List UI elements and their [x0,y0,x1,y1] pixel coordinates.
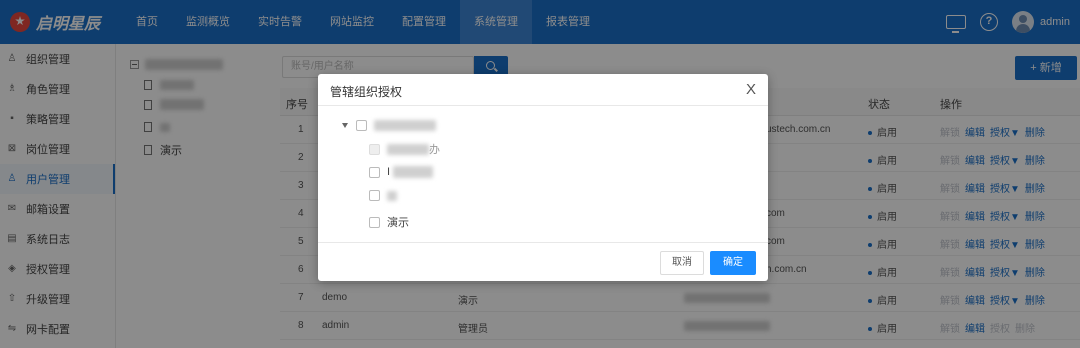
dialog-tree-node[interactable]: 办 [369,141,440,157]
checkbox[interactable] [369,166,380,178]
checkbox[interactable] [369,143,380,155]
checkbox[interactable] [369,190,380,201]
dialog-title: 管辖组织授权 [330,85,403,99]
redacted-text [387,143,429,155]
checkbox[interactable] [356,120,367,131]
dialog-tree-label: 办 [429,144,440,156]
dialog-footer: 取消 确定 [318,242,768,281]
close-icon[interactable]: X [746,81,756,98]
dialog-tree-node-demo[interactable]: 演示 [369,214,409,230]
dialog-header: 管辖组织授权 X [318,74,768,106]
cancel-button[interactable]: 取消 [660,251,704,275]
dialog-tree-label: I [387,166,391,178]
caret-down-icon[interactable] [342,123,348,128]
dialog-tree-label: 演示 [387,217,409,229]
dialog-tree-root[interactable] [342,120,436,131]
redacted-text [374,120,436,131]
redacted-text [393,166,434,178]
dialog-tree-node[interactable] [369,190,397,201]
checkbox[interactable] [369,216,380,228]
dialog-tree-node[interactable]: I [369,166,434,178]
redacted-text [387,190,397,201]
org-authorization-dialog: 管辖组织授权 X 办 I 演示 取消 确定 [318,74,768,281]
confirm-button[interactable]: 确定 [710,251,756,275]
